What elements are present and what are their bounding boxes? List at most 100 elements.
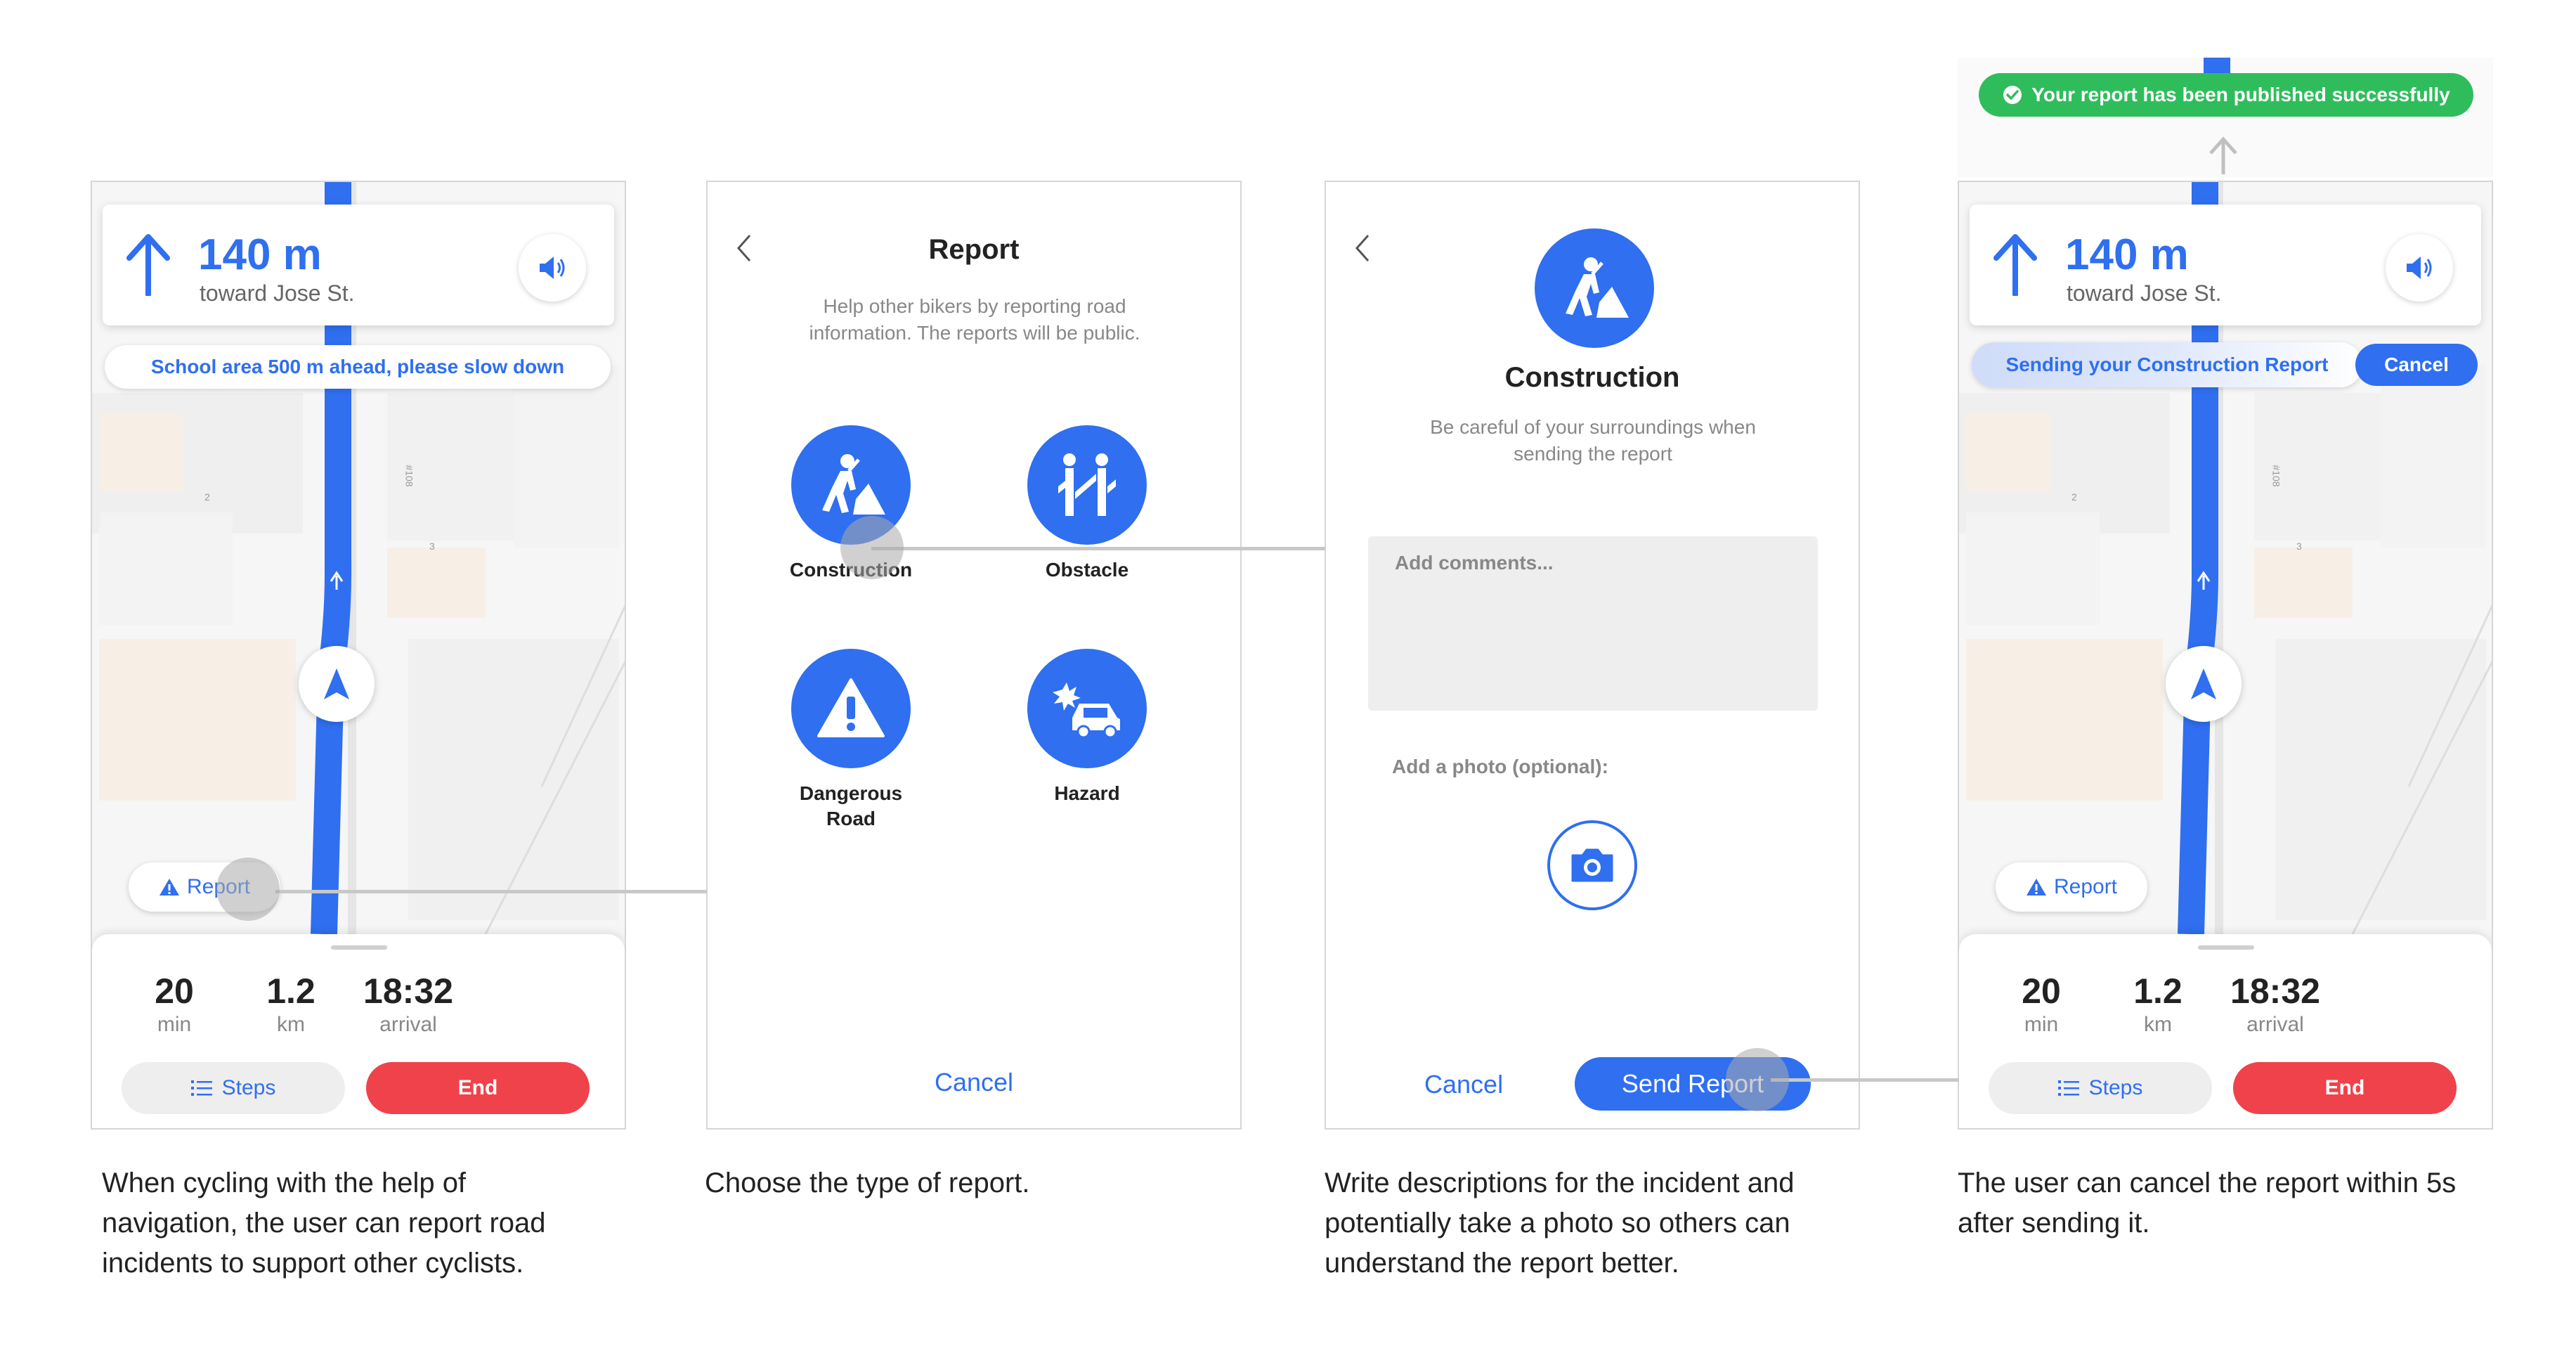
toast-message: Your report has been published successfu… <box>2031 84 2450 105</box>
stat-value: 18:32 <box>2230 971 2320 1011</box>
navigation-arrow-icon <box>2191 668 2216 699</box>
check-circle-icon <box>2003 86 2022 104</box>
stat-arrival: 18:32 arrival <box>359 971 457 1037</box>
steps-button-label: Steps <box>221 1076 276 1099</box>
stat-duration: 20 min <box>2003 971 2080 1037</box>
map-label-street-number: #108 <box>403 465 415 487</box>
tap-indicator <box>216 858 280 921</box>
turn-distance: 140 m <box>2065 231 2189 279</box>
report-button[interactable]: Report <box>1996 862 2147 912</box>
stat-unit: km <box>2144 1013 2172 1036</box>
speaker-icon <box>2407 257 2432 279</box>
stat-arrival: 18:32 arrival <box>2226 971 2324 1037</box>
flow-connector <box>871 547 1325 550</box>
stat-unit: min <box>157 1013 192 1036</box>
arrow-up-icon <box>2209 136 2237 174</box>
flow-connector <box>1771 1078 1959 1082</box>
stat-distance: 1.2 km <box>252 971 330 1037</box>
turn-instruction-card: 140 m toward Jose St. <box>1970 205 2481 325</box>
map-label-street-number: #108 <box>2270 465 2282 487</box>
recenter-button[interactable] <box>299 646 375 722</box>
tap-indicator <box>1726 1048 1789 1111</box>
map-label-number: 2 <box>2071 491 2077 503</box>
end-button[interactable]: End <box>2233 1062 2457 1114</box>
photo-label: Add a photo (optional): <box>1392 756 1608 777</box>
warning-icon <box>2026 879 2046 895</box>
report-button-label: Report <box>2053 875 2118 898</box>
warning-icon <box>791 649 911 768</box>
obstacle-icon <box>1027 425 1147 545</box>
stat-value: 20 <box>155 971 194 1011</box>
stat-value: 18:32 <box>363 971 453 1011</box>
stat-distance: 1.2 km <box>2119 971 2197 1037</box>
page-subtitle: Help other bikers by reporting road info… <box>809 295 1140 344</box>
add-photo-button[interactable] <box>1547 820 1637 910</box>
stat-unit: km <box>277 1013 305 1036</box>
drag-handle[interactable] <box>2198 945 2254 950</box>
car-crash-icon <box>1027 649 1147 768</box>
warning-icon <box>159 879 179 895</box>
map-label-number: 3 <box>429 541 435 552</box>
back-chevron-icon[interactable] <box>1354 234 1371 262</box>
report-type-label: Hazard <box>1054 782 1120 804</box>
end-button[interactable]: End <box>366 1062 590 1114</box>
report-detail-screen: Construction Be careful of your surround… <box>1325 181 1860 1130</box>
navigation-screen: #108 3 2 140 m toward Jose St. School ar… <box>91 181 626 1130</box>
list-icon <box>190 1080 212 1096</box>
trip-summary-panel: 20 min 1.2 km 18:32 arrival Steps End <box>92 934 625 1128</box>
stat-unit: arrival <box>379 1013 437 1036</box>
cancel-report-button[interactable]: Cancel <box>2355 344 2478 386</box>
steps-button[interactable]: Steps <box>122 1062 345 1114</box>
flow-connector <box>275 890 707 893</box>
toast-preview: Your report has been published successfu… <box>1958 58 2493 177</box>
report-warning-text: Be careful of your surroundings when sen… <box>1430 416 1756 465</box>
caption-step-4: The user can cancel the report within 5s… <box>1958 1168 2457 1239</box>
recenter-button[interactable] <box>2166 646 2242 722</box>
report-type-obstacle[interactable]: Obstacle <box>1003 425 1171 583</box>
map-label-number: 3 <box>2296 541 2302 552</box>
sending-report-screen: #108 3 2 140 m toward Jose St. Sending y… <box>1958 181 2493 1130</box>
page-title: Report <box>928 234 1020 265</box>
trip-summary-panel: 20 min 1.2 km 18:32 arrival Steps End <box>1959 934 2492 1128</box>
stat-unit: min <box>2024 1013 2059 1036</box>
report-type-label: Obstacle <box>1045 559 1129 581</box>
turn-distance: 140 m <box>198 231 322 279</box>
turn-street: toward Jose St. <box>2067 280 2222 306</box>
school-area-alert: School area 500 m ahead, please slow dow… <box>105 345 611 389</box>
stat-value: 1.2 <box>2133 971 2183 1011</box>
comment-placeholder: Add comments... <box>1395 552 1554 574</box>
caption-step-1: When cycling with the help of navigation… <box>102 1168 546 1279</box>
comment-input[interactable]: Add comments... <box>1368 536 1818 711</box>
construction-icon <box>1535 228 1654 348</box>
success-toast: Your report has been published successfu… <box>1979 73 2473 117</box>
turn-street: toward Jose St. <box>200 280 355 306</box>
stat-unit: arrival <box>2246 1013 2304 1036</box>
report-title: Construction <box>1504 362 1680 393</box>
report-type-screen: Report Help other bikers by reporting ro… <box>706 181 1242 1130</box>
tap-indicator <box>840 516 904 579</box>
report-type-dangerous-road[interactable]: Dangerous Road <box>767 649 935 832</box>
report-type-label: Dangerous Road <box>799 782 903 829</box>
stat-duration: 20 min <box>136 971 213 1037</box>
caption-step-3: Write descriptions for the incident and … <box>1325 1168 1795 1279</box>
caption-step-2: Choose the type of report. <box>705 1168 1030 1198</box>
sound-button[interactable] <box>2386 234 2453 302</box>
sound-button[interactable] <box>519 234 586 302</box>
cancel-button[interactable]: Cancel <box>708 1068 1240 1097</box>
steps-button-label: Steps <box>2088 1076 2143 1099</box>
cancel-button[interactable]: Cancel <box>1424 1070 1503 1099</box>
turn-instruction-card: 140 m toward Jose St. <box>103 205 614 325</box>
map-label-number: 2 <box>204 491 210 503</box>
arrow-up-icon <box>126 234 170 296</box>
arrow-up-icon <box>1993 234 2037 296</box>
stat-value: 20 <box>2022 971 2061 1011</box>
list-icon <box>2057 1080 2079 1096</box>
report-type-hazard[interactable]: Hazard <box>1003 649 1171 806</box>
sending-status-pill: Sending your Construction Report <box>1972 342 2362 387</box>
camera-icon <box>1571 848 1613 882</box>
steps-button[interactable]: Steps <box>1989 1062 2212 1114</box>
drag-handle[interactable] <box>331 945 387 950</box>
speaker-icon <box>540 257 565 279</box>
navigation-arrow-icon <box>324 668 349 699</box>
stat-value: 1.2 <box>266 971 316 1011</box>
